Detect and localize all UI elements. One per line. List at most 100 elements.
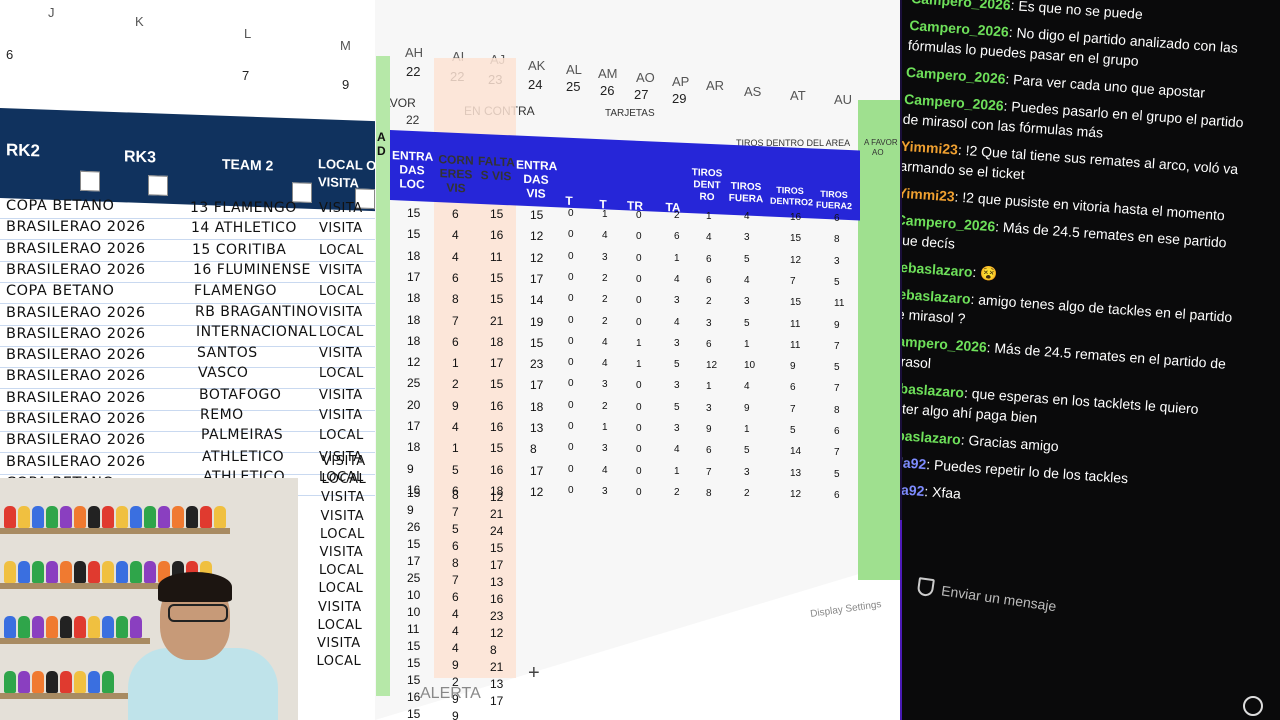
stat-cell[interactable]: 9 [452,399,459,413]
sheet-tab-alerta[interactable]: ALERTA [420,685,481,703]
column-letter[interactable]: J [48,5,55,20]
team-cell[interactable]: SANTOS [197,345,258,361]
stat-cell[interactable]: 15 [490,441,503,455]
filter-dropdown-rk3[interactable] [148,175,168,196]
stat-cell[interactable]: 2 [744,488,750,499]
stat-cell[interactable]: 12 [490,490,503,504]
stat-cell[interactable]: 1 [744,339,750,350]
stat-cell[interactable]: 18 [407,440,420,454]
stat-cell[interactable]: 4 [602,358,608,369]
column-letter[interactable]: AK [528,58,545,73]
stat-cell[interactable]: 18 [530,400,543,414]
stat-cell[interactable]: 6 [452,335,459,349]
stat-cell[interactable]: 12 [706,360,717,371]
stat-cell[interactable]: 3 [744,232,750,243]
stat-cell[interactable]: 3 [744,467,750,478]
competition-cell[interactable]: BRASILERAO 2026 [6,390,146,406]
column-letter[interactable]: AP [672,74,689,89]
stat-cell[interactable]: 6 [834,213,840,224]
stat-cell[interactable]: 0 [636,253,642,264]
stat-cell[interactable]: 9 [452,658,459,672]
stat-cell[interactable]: 15 [490,271,503,285]
stat-cell[interactable]: 4 [744,211,750,222]
stat-cell[interactable]: 8 [452,292,459,306]
stat-cell[interactable]: 13 [790,468,801,479]
stat-cell[interactable]: 12 [530,229,543,243]
stat-cell[interactable]: 5 [834,277,840,288]
stat-cell[interactable]: 4 [452,624,459,638]
stat-cell[interactable]: 21 [490,660,503,674]
display-settings-link[interactable]: Display Settings [810,599,883,620]
stat-cell[interactable]: 6 [834,490,840,501]
local-visita-cell[interactable]: VISITA [318,600,362,615]
stat-cell[interactable]: 1 [706,381,712,392]
chat-username[interactable]: sebaslazaro [902,285,971,307]
stat-cell[interactable]: 15 [407,673,420,687]
stat-cell[interactable]: 13 [530,421,543,435]
stat-cell[interactable]: 3 [706,318,712,329]
chat-username[interactable]: Campero_2026 [902,332,987,355]
chat-input[interactable]: Enviar un mensaje [902,570,1267,709]
local-visita-cell[interactable]: LOCAL [319,284,364,299]
stat-cell[interactable]: 8 [530,442,537,456]
stat-cell[interactable]: 2 [602,316,608,327]
stat-cell[interactable]: 14 [790,446,801,457]
column-letter[interactable]: AH [405,45,423,60]
stat-cell[interactable]: 9 [407,462,414,476]
stat-cell[interactable]: 9 [452,709,459,720]
stat-cell[interactable]: 15 [490,292,503,306]
stat-cell[interactable]: 9 [790,361,796,372]
stat-cell[interactable]: 4 [602,230,608,241]
stat-cell[interactable]: 6 [706,275,712,286]
team-cell[interactable]: INTERNACIONAL [196,324,317,340]
competition-cell[interactable]: BRASILERAO 2026 [6,411,146,427]
stat-cell[interactable]: 15 [790,297,801,308]
column-letter[interactable]: AM [598,66,618,81]
stat-cell[interactable]: 15 [407,639,420,653]
chat-username[interactable]: DKla92 [902,480,925,499]
competition-cell[interactable]: BRASILERAO 2026 [6,454,146,470]
chat-username[interactable]: sebaslazaro [902,379,965,401]
stat-cell[interactable]: 4 [674,274,680,285]
team-cell[interactable]: 16 FLUMINENSE [193,262,311,278]
stat-cell[interactable]: 6 [706,254,712,265]
stat-cell[interactable]: 8 [452,556,459,570]
stat-cell[interactable]: 15 [407,656,420,670]
stat-cell[interactable]: 5 [674,359,680,370]
stat-cell[interactable]: 15 [407,537,420,551]
stat-cell[interactable]: 4 [452,641,459,655]
stat-cell[interactable]: 1 [706,211,712,222]
team-cell[interactable]: BOTAFOGO [199,387,281,403]
stat-cell[interactable]: 0 [568,485,574,496]
stat-cell[interactable]: 1 [452,356,459,370]
stat-cell[interactable]: 11 [790,340,800,351]
chat-username[interactable]: Yimmi23 [902,185,955,205]
stat-cell[interactable]: 12 [530,485,543,499]
stat-cell[interactable]: 17 [530,464,543,478]
stat-cell[interactable]: 3 [706,403,712,414]
stat-cell[interactable]: 18 [407,313,420,327]
local-visita-cell[interactable]: VISITA [321,490,365,505]
stat-cell[interactable]: 16 [490,592,503,606]
column-letter[interactable]: AU [834,92,852,107]
local-visita-cell[interactable]: LOCAL [319,563,364,578]
stat-cell[interactable]: 23 [490,609,503,623]
stat-cell[interactable]: 1 [602,422,608,433]
local-visita-cell[interactable]: VISITA [319,388,363,403]
column-letter[interactable]: AR [706,78,724,93]
column-letter[interactable]: AT [790,88,806,103]
stat-cell[interactable]: 3 [674,338,680,349]
stat-cell[interactable]: 18 [407,291,420,305]
stat-cell[interactable]: 2 [602,294,608,305]
stat-cell[interactable]: 5 [834,469,840,480]
stat-cell[interactable]: 5 [452,522,459,536]
stat-cell[interactable]: 6 [452,207,459,221]
stat-cell[interactable]: 4 [452,420,459,434]
stat-cell[interactable]: 21 [490,507,503,521]
column-letter[interactable]: AL [566,62,582,77]
team-cell[interactable]: ATHLETICO [202,449,284,465]
stat-cell[interactable]: 18 [407,249,420,263]
stat-cell[interactable]: 3 [602,252,608,263]
local-visita-cell[interactable]: LOCAL [319,581,364,596]
stat-cell[interactable]: 11 [790,319,800,330]
